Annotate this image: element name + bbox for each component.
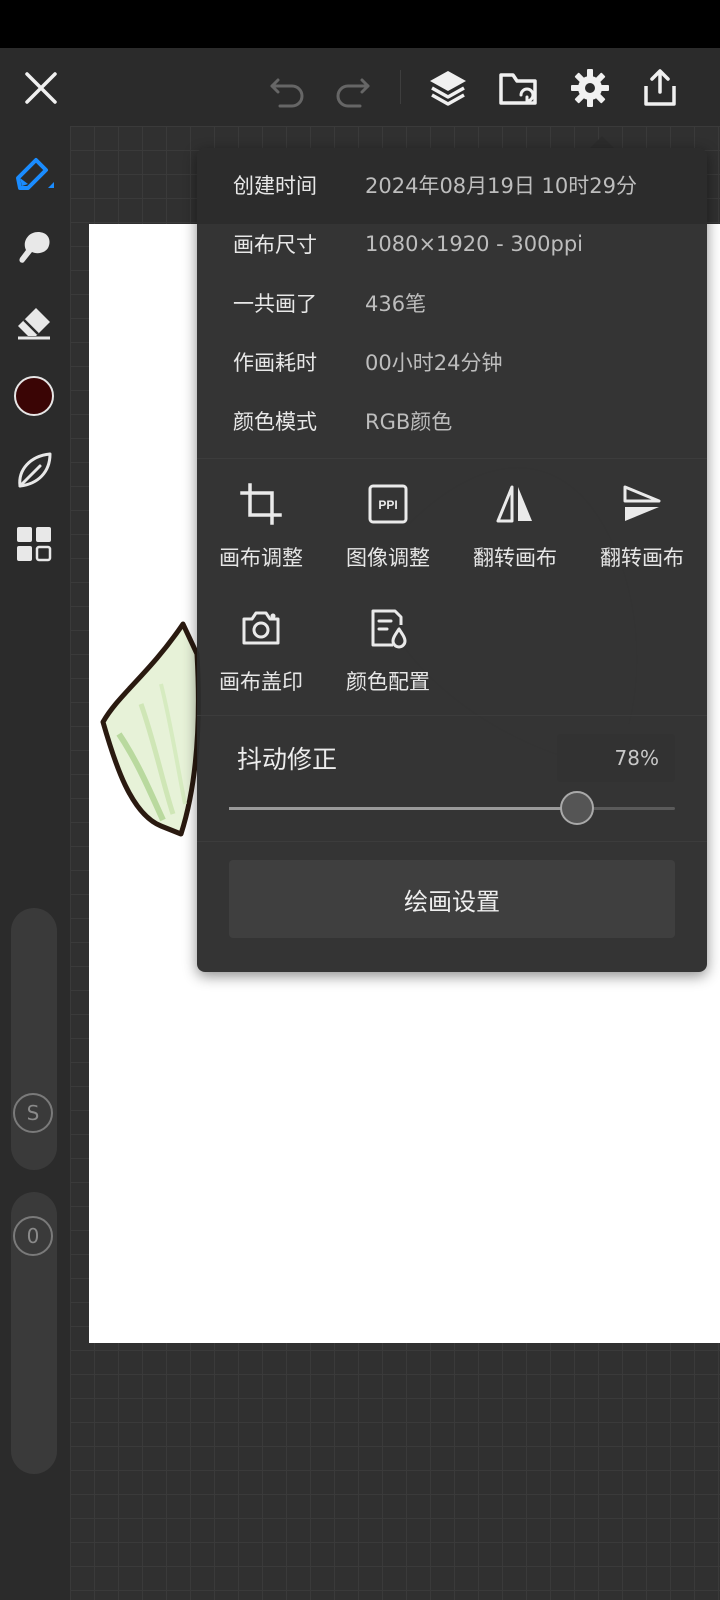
brush-opacity-label: 0 — [26, 1224, 40, 1248]
info-row-created-time: 创建时间 2024年08月19日 10时29分 — [197, 155, 707, 215]
canvas-adjust-button[interactable]: 画布调整 — [197, 480, 325, 590]
info-value: 1080×1920 - 300ppi — [365, 232, 583, 256]
divider — [197, 841, 707, 842]
info-label: 颜色模式 — [233, 410, 317, 434]
flip-vertical-icon — [618, 480, 666, 528]
gallery-grid-icon[interactable] — [10, 520, 58, 568]
eraser-tool-icon[interactable] — [10, 298, 58, 346]
brush-size-label: S — [26, 1101, 40, 1125]
current-color-swatch[interactable] — [14, 376, 54, 416]
action-label: 画布盖印 — [219, 670, 303, 694]
brush-size-knob[interactable]: S — [13, 1093, 53, 1133]
color-profile-icon — [364, 604, 412, 652]
close-icon[interactable] — [17, 64, 65, 112]
info-value: 2024年08月19日 10时29分 — [365, 174, 638, 198]
color-picker-swatch[interactable] — [10, 372, 58, 420]
info-label: 画布尺寸 — [233, 233, 317, 257]
info-row-drawing-time: 作画耗时 00小时24分钟 — [197, 332, 707, 392]
leaf-material-icon[interactable] — [10, 446, 58, 494]
pen-brush-tool-icon[interactable] — [10, 150, 58, 198]
top-toolbar — [0, 48, 720, 126]
canvas-reference-icon[interactable] — [494, 64, 542, 112]
stabilization-label: 抖动修正 — [237, 745, 338, 774]
info-row-canvas-size: 画布尺寸 1080×1920 - 300ppi — [197, 214, 707, 274]
status-bar — [0, 0, 720, 48]
action-label: 颜色配置 — [346, 670, 430, 694]
action-label: 图像调整 — [346, 546, 430, 570]
smudge-tool-icon[interactable] — [10, 224, 58, 272]
info-row-color-mode: 颜色模式 RGB颜色 — [197, 391, 707, 451]
toolbar-divider — [400, 70, 401, 104]
export-share-icon[interactable] — [636, 64, 684, 112]
stabilization-slider-thumb[interactable] — [559, 791, 594, 825]
ppi-icon-text: PPI — [378, 498, 397, 512]
action-label: 翻转画布 — [600, 546, 684, 570]
stabilization-slider[interactable] — [229, 807, 675, 810]
info-value: 436笔 — [365, 292, 427, 316]
info-row-stroke-count: 一共画了 436笔 — [197, 273, 707, 333]
settings-gear-icon[interactable] — [566, 64, 614, 112]
canvas-stamp-button[interactable]: 画布盖印 — [197, 604, 325, 714]
info-label: 创建时间 — [233, 174, 317, 198]
ppi-icon: PPI — [364, 480, 412, 528]
divider — [197, 715, 707, 716]
layers-icon[interactable] — [424, 64, 472, 112]
camera-icon — [237, 604, 285, 652]
action-label: 画布调整 — [219, 546, 303, 570]
stabilization-slider-fill — [229, 807, 577, 810]
action-label: 翻转画布 — [473, 546, 557, 570]
info-label: 作画耗时 — [233, 351, 317, 375]
canvas-settings-panel: 创建时间 2024年08月19日 10时29分 画布尺寸 1080×1920 -… — [197, 148, 707, 972]
brush-opacity-knob[interactable]: 0 — [13, 1216, 53, 1256]
undo-icon[interactable] — [264, 64, 312, 112]
crop-icon — [237, 480, 285, 528]
info-value: RGB颜色 — [365, 410, 453, 434]
stabilization-value[interactable]: 78% — [557, 734, 675, 782]
panel-caret — [590, 136, 614, 148]
flip-canvas-vertical-button[interactable]: 翻转画布 — [578, 480, 706, 590]
color-profile-button[interactable]: 颜色配置 — [324, 604, 452, 714]
divider — [197, 458, 707, 459]
image-adjust-button[interactable]: PPI 图像调整 — [324, 480, 452, 590]
redo-icon[interactable] — [328, 64, 376, 112]
flip-horizontal-icon — [491, 480, 539, 528]
left-toolbar: S 0 — [0, 126, 70, 1600]
flip-canvas-horizontal-button[interactable]: 翻转画布 — [451, 480, 579, 590]
info-label: 一共画了 — [233, 292, 317, 316]
drawing-settings-button[interactable]: 绘画设置 — [229, 860, 675, 938]
info-value: 00小时24分钟 — [365, 351, 503, 375]
